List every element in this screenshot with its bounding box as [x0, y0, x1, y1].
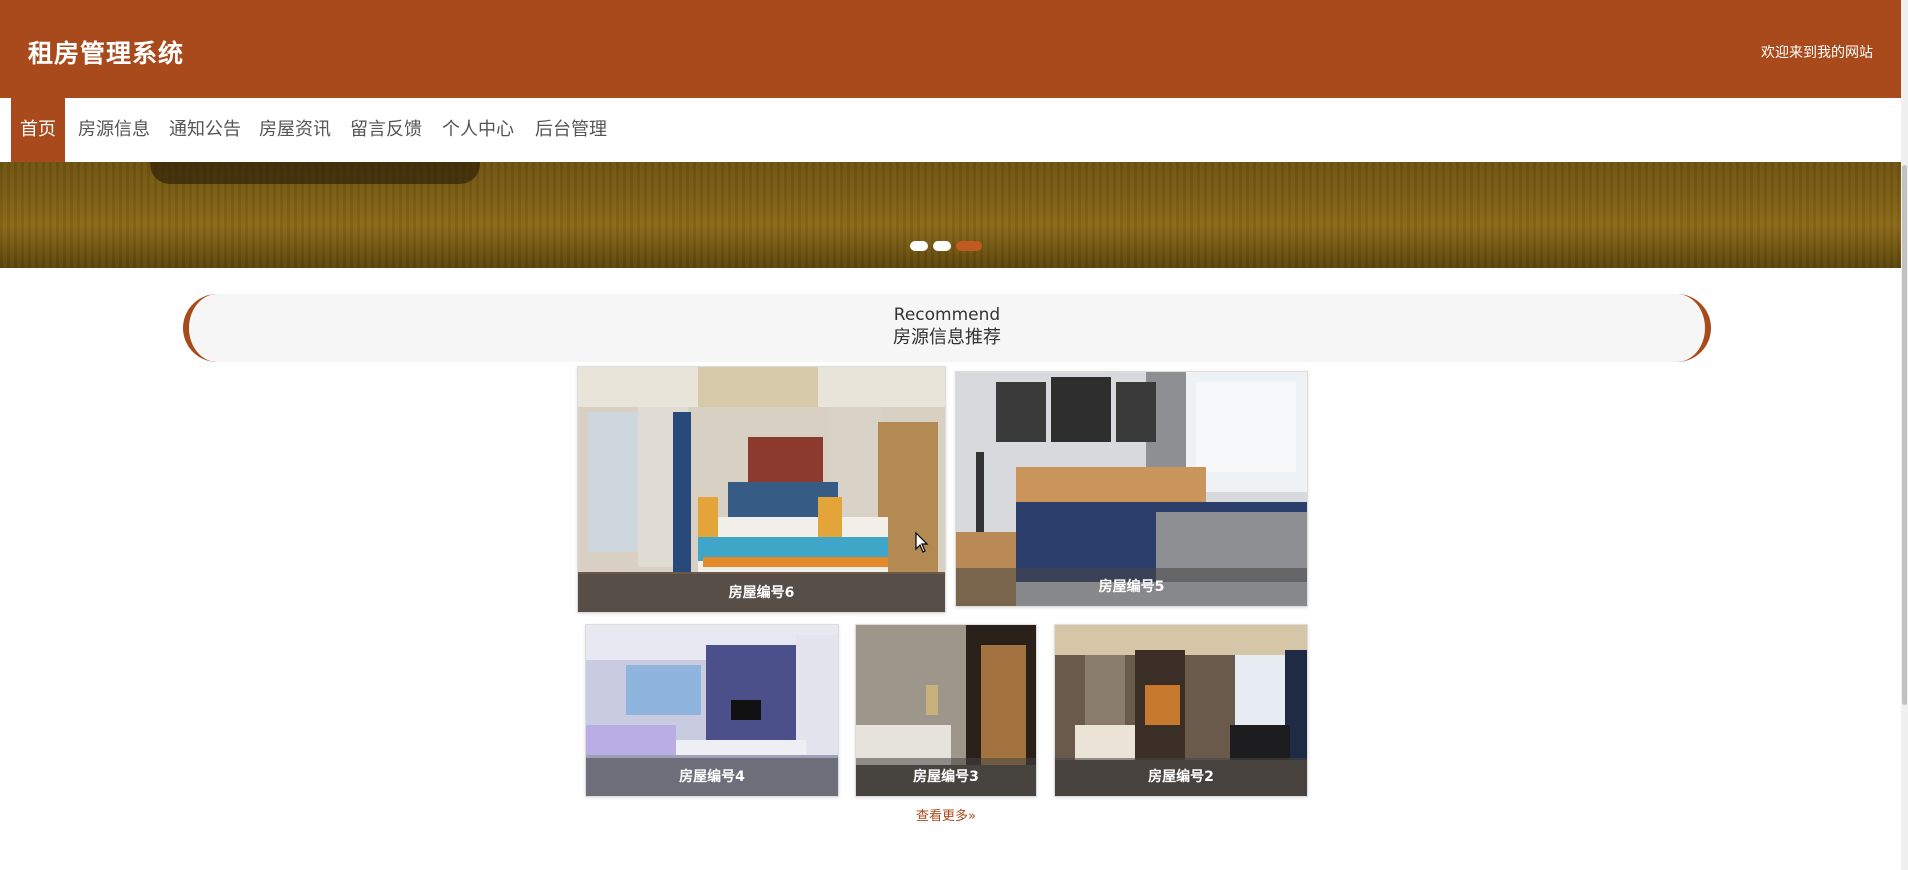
nav-item-home[interactable]: 首页: [11, 98, 65, 162]
mouse-cursor-icon: [915, 532, 929, 553]
section-title-en: Recommend: [893, 305, 1001, 325]
carousel-dot-2[interactable]: [933, 241, 951, 251]
banner-shadow: [150, 162, 480, 184]
site-title[interactable]: 租房管理系统: [28, 34, 184, 70]
listing-card-2[interactable]: 房屋编号2: [1054, 624, 1308, 797]
nav-item-feedback[interactable]: 留言反馈: [341, 98, 431, 162]
section-title-cn: 房源信息推荐: [893, 327, 1001, 348]
carousel-dot-1[interactable]: [910, 241, 928, 251]
nav-item-admin[interactable]: 后台管理: [526, 98, 616, 162]
nav-item-notices[interactable]: 通知公告: [160, 98, 250, 162]
listing-caption-3: 房屋编号3: [856, 758, 1036, 796]
nav-item-news[interactable]: 房屋资讯: [250, 98, 340, 162]
listing-caption-5: 房屋编号5: [956, 568, 1307, 606]
listing-card-5[interactable]: 房屋编号5: [955, 371, 1308, 607]
listing-card-6[interactable]: 房屋编号6: [577, 366, 946, 613]
main-nav: 首页 房源信息 通知公告 房屋资讯 留言反馈 个人中心 后台管理: [0, 98, 1901, 162]
site-header: 租房管理系统 欢迎来到我的网站: [0, 0, 1901, 98]
listing-caption-2: 房屋编号2: [1055, 758, 1307, 796]
page-scrollbar[interactable]: [1901, 0, 1908, 870]
carousel-dot-3-active[interactable]: [956, 241, 982, 251]
nav-item-listings[interactable]: 房源信息: [69, 98, 159, 162]
scrollbar-thumb[interactable]: [1902, 165, 1907, 705]
nav-item-profile[interactable]: 个人中心: [433, 98, 523, 162]
banner-carousel[interactable]: [0, 162, 1901, 268]
listing-card-4[interactable]: 房屋编号4: [585, 624, 839, 797]
listing-caption-4: 房屋编号4: [586, 758, 838, 796]
listing-card-3[interactable]: 房屋编号3: [855, 624, 1037, 797]
welcome-text: 欢迎来到我的网站: [1761, 45, 1873, 61]
view-more-link[interactable]: 查看更多»: [914, 805, 978, 824]
section-title: Recommend 房源信息推荐: [183, 294, 1711, 362]
listing-caption-6: 房屋编号6: [578, 574, 945, 612]
